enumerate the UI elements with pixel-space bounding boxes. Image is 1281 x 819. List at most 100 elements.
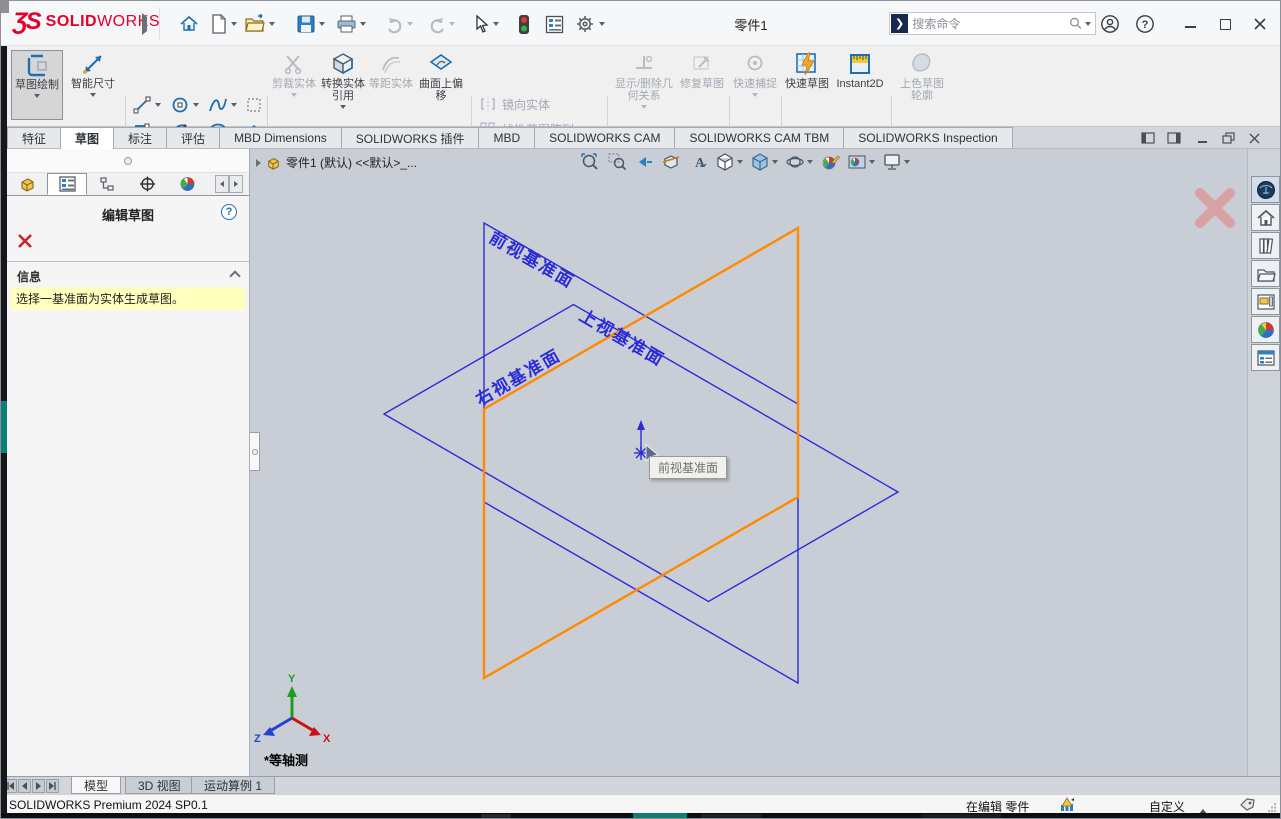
open-caret[interactable]	[269, 22, 275, 26]
sw-resources-button[interactable]	[1251, 204, 1280, 231]
undo-button[interactable]	[383, 12, 407, 36]
section-view-button[interactable]	[661, 152, 681, 172]
edit-appearance-button[interactable]	[820, 152, 840, 172]
design-library-button[interactable]	[1251, 232, 1280, 259]
doc-close-button[interactable]	[1245, 130, 1263, 146]
display-style-caret[interactable]	[772, 160, 778, 164]
rapid-sketch-button[interactable]: 快速草图	[785, 50, 829, 120]
circle-caret[interactable]	[191, 94, 201, 116]
home-button[interactable]	[177, 12, 201, 36]
tab-nav-last-button[interactable]	[46, 779, 59, 793]
tab-displaymanager[interactable]	[167, 173, 207, 195]
surface-offset-button[interactable]: 曲面上偏移	[415, 50, 467, 120]
redo-button[interactable]	[425, 12, 449, 36]
tab-model[interactable]: 模型	[71, 777, 121, 794]
print-button[interactable]	[334, 12, 358, 36]
view-settings-button[interactable]	[882, 152, 910, 172]
tab-addins[interactable]: SOLIDWORKS 插件	[341, 127, 480, 148]
display-style-button[interactable]	[750, 152, 778, 172]
tab-evaluate[interactable]: 评估	[166, 127, 220, 148]
open-button[interactable]	[243, 12, 267, 36]
select-caret[interactable]	[493, 22, 499, 26]
tab-mbd[interactable]: MBD	[478, 127, 535, 148]
confirmation-corner-cancel[interactable]	[1192, 187, 1238, 232]
help-button[interactable]: ?	[1134, 14, 1156, 34]
custom-properties-button[interactable]	[1251, 344, 1280, 371]
tab-nav-next-button[interactable]	[32, 779, 45, 793]
zoom-fit-button[interactable]	[580, 152, 600, 172]
view-orientation-button[interactable]	[715, 152, 743, 172]
select-button[interactable]	[469, 12, 493, 36]
tab-motion-study[interactable]: 运动算例 1	[191, 777, 275, 794]
search-command-box[interactable]: ❯	[889, 12, 1096, 35]
settings-caret[interactable]	[599, 22, 605, 26]
file-explorer-button[interactable]	[1251, 260, 1280, 287]
graphics-viewport[interactable]: 前视基准面 上视基准面 右视基准面 Y	[250, 149, 1281, 776]
settings-button[interactable]	[573, 12, 597, 36]
convert-entities-button[interactable]: 转换实体引用	[319, 50, 367, 120]
smart-dimension-caret[interactable]	[90, 93, 96, 97]
circle-tool[interactable]	[169, 94, 191, 116]
tab-cam[interactable]: SOLIDWORKS CAM	[534, 127, 675, 148]
new-document-button[interactable]	[207, 12, 231, 36]
spline-tool[interactable]	[207, 94, 229, 116]
instant2d-button[interactable]: Instant2D	[833, 50, 887, 120]
hide-show-caret[interactable]	[807, 160, 813, 164]
apply-scene-caret[interactable]	[869, 160, 875, 164]
previous-view-button[interactable]	[634, 152, 654, 172]
pm-cancel-button[interactable]	[17, 233, 35, 251]
performance-button[interactable]	[512, 12, 536, 36]
sketch-caret[interactable]	[34, 94, 40, 98]
new-document-caret[interactable]	[231, 22, 237, 26]
flyout-feature-tree[interactable]: 零件1 (默认) <<默认>_...	[256, 154, 417, 171]
convert-caret[interactable]	[340, 105, 346, 109]
close-button[interactable]	[1249, 14, 1271, 34]
tab-featuremanager[interactable]	[7, 173, 47, 195]
save-button[interactable]	[294, 12, 318, 36]
threedexperience-button[interactable]	[1251, 176, 1280, 203]
line-tool[interactable]	[131, 94, 153, 116]
hide-show-items-button[interactable]	[785, 152, 813, 172]
maximize-button[interactable]	[1214, 14, 1236, 34]
line-caret[interactable]	[153, 94, 163, 116]
tab-cam-tbm[interactable]: SOLIDWORKS CAM TBM	[674, 127, 844, 148]
menu-flyout-arrow[interactable]	[142, 17, 147, 31]
view-orientation-caret[interactable]	[737, 160, 743, 164]
search-input[interactable]	[912, 17, 1067, 31]
doc-restore-button[interactable]	[1219, 130, 1237, 146]
tree-expand-arrow[interactable]	[256, 159, 261, 167]
front-plane-label[interactable]: 前视基准面	[486, 227, 578, 292]
spline-caret[interactable]	[229, 94, 239, 116]
top-plane-label[interactable]: 上视基准面	[576, 305, 668, 370]
doc-minimize-button[interactable]	[1193, 130, 1211, 146]
tab-configurationmanager[interactable]	[87, 173, 127, 195]
save-caret[interactable]	[319, 22, 325, 26]
pane-toggle-left-button[interactable]	[1139, 130, 1157, 146]
info-section-header[interactable]: 信息	[7, 265, 249, 287]
sketch-button[interactable]: 草图绘制	[11, 50, 63, 120]
tab-mbd-dimensions[interactable]: MBD Dimensions	[219, 127, 342, 148]
minimize-button[interactable]	[1179, 14, 1201, 34]
print-caret[interactable]	[360, 22, 366, 26]
tab-3d-views[interactable]: 3D 视图	[125, 777, 194, 794]
panel-tabs-scroll-right[interactable]	[229, 175, 243, 193]
zoom-area-button[interactable]	[607, 152, 627, 172]
pane-toggle-right-button[interactable]	[1165, 130, 1183, 146]
tab-nav-prev-button[interactable]	[18, 779, 31, 793]
annotation-view-button[interactable]: A	[688, 152, 708, 172]
panel-tabs-scroll-left[interactable]	[215, 175, 229, 193]
tab-dimxpertmanager[interactable]	[127, 173, 167, 195]
tree-root-label[interactable]: 零件1 (默认) <<默认>_...	[286, 154, 417, 171]
tab-markup[interactable]: 标注	[113, 127, 167, 148]
account-button[interactable]	[1099, 14, 1121, 34]
pm-help-icon[interactable]: ?	[221, 204, 237, 220]
search-icon[interactable]	[1069, 16, 1083, 31]
options-list-button[interactable]	[542, 12, 566, 36]
select-region-tool[interactable]	[243, 94, 265, 116]
tab-sketch[interactable]: 草图	[60, 127, 114, 149]
appearances-button[interactable]	[1251, 316, 1280, 343]
panel-splitter-grip[interactable]	[7, 149, 249, 173]
tab-features[interactable]: 特征	[7, 127, 61, 148]
tab-propertymanager[interactable]	[47, 173, 87, 195]
search-caret[interactable]	[1085, 22, 1091, 26]
